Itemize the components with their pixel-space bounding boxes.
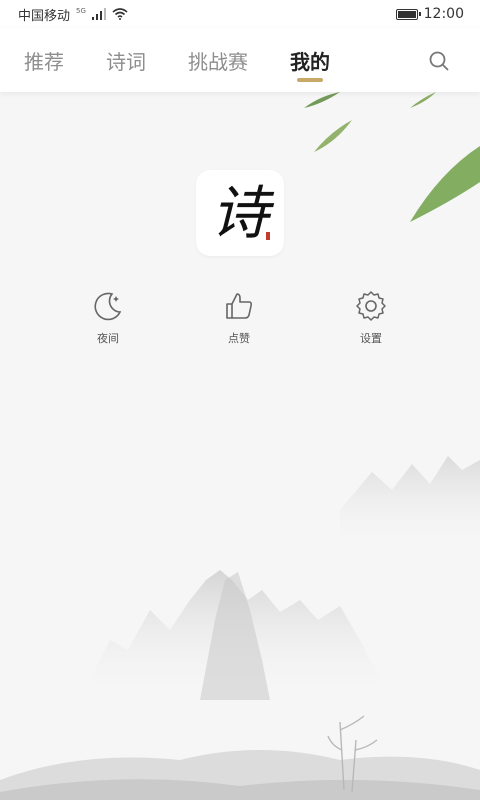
tab-label: 挑战赛 bbox=[188, 49, 248, 74]
like-button[interactable]: 点赞 bbox=[199, 290, 279, 346]
logo-glyph: 诗 bbox=[210, 179, 269, 247]
night-mode-button[interactable]: 夜间 bbox=[68, 290, 148, 346]
settings-label: 设置 bbox=[360, 332, 382, 345]
tab-mine[interactable]: 我的 bbox=[290, 28, 330, 92]
like-label: 点赞 bbox=[228, 332, 250, 345]
status-bar: 中国移动 5G 12:00 bbox=[0, 0, 480, 28]
wifi-icon bbox=[112, 8, 128, 20]
moon-icon bbox=[94, 292, 122, 321]
settings-button[interactable]: 设置 bbox=[331, 290, 411, 346]
tab-challenge[interactable]: 挑战赛 bbox=[188, 28, 248, 92]
tab-label: 推荐 bbox=[24, 49, 64, 74]
battery-fill bbox=[397, 10, 416, 18]
logo-seal bbox=[266, 232, 270, 240]
thumbs-up-icon bbox=[226, 293, 253, 319]
top-tab-bar: 推荐 诗词 挑战赛 我的 bbox=[0, 28, 480, 92]
ink-mountains-decoration bbox=[0, 456, 480, 800]
network-type: 5G bbox=[76, 7, 86, 15]
tab-label: 诗词 bbox=[106, 49, 146, 74]
clock: 12:00 bbox=[423, 6, 464, 22]
tab-label: 我的 bbox=[290, 49, 330, 74]
search-icon[interactable] bbox=[428, 50, 450, 72]
app-logo: 诗 bbox=[196, 170, 284, 256]
status-right: 12:00 bbox=[395, 6, 464, 22]
night-mode-label: 夜间 bbox=[97, 332, 119, 345]
gear-icon bbox=[356, 291, 386, 321]
active-tab-indicator bbox=[297, 78, 323, 82]
signal-icon bbox=[91, 8, 106, 20]
bamboo-leaves-decoration bbox=[304, 92, 480, 222]
carrier-label: 中国移动 bbox=[18, 8, 71, 24]
tab-poems[interactable]: 诗词 bbox=[106, 28, 146, 92]
status-left: 中国移动 5G bbox=[18, 5, 128, 24]
battery-icon bbox=[395, 8, 421, 20]
tab-recommend[interactable]: 推荐 bbox=[24, 28, 64, 92]
